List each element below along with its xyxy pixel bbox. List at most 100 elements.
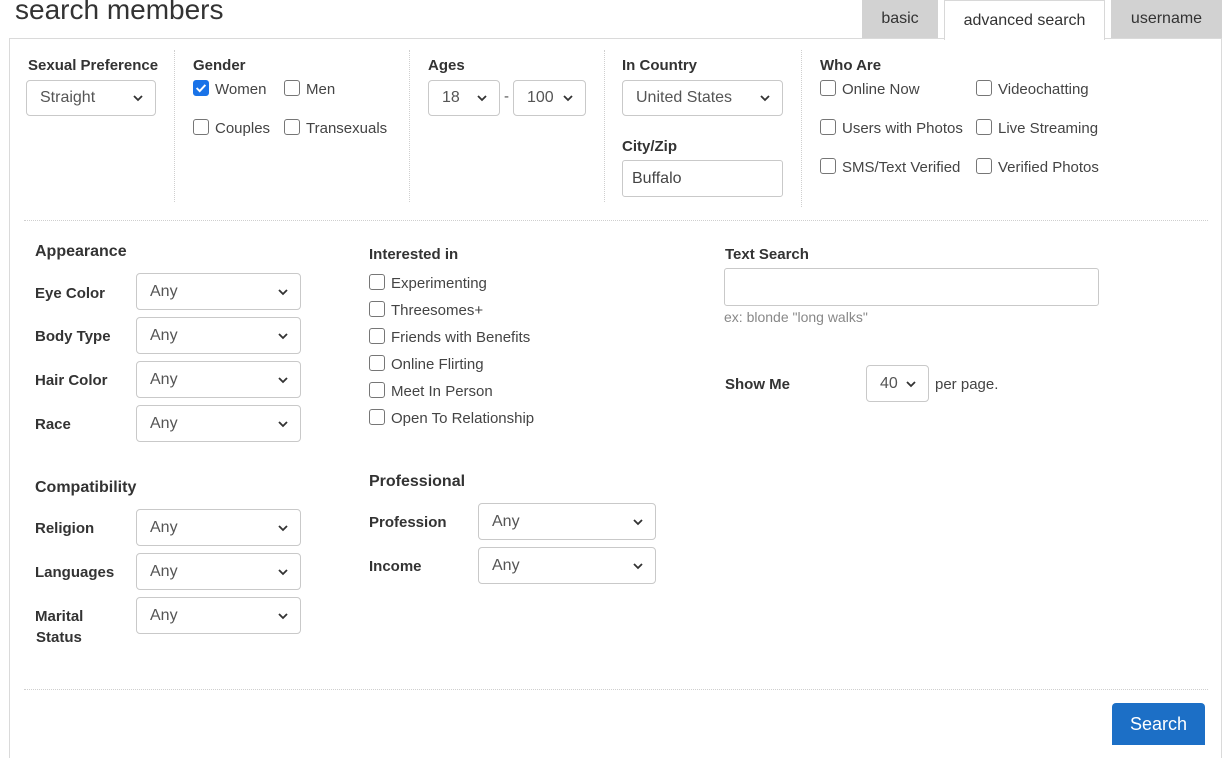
eye-color-value: Any bbox=[150, 282, 178, 300]
videochatting-checkbox[interactable] bbox=[976, 80, 992, 96]
chevron-down-icon bbox=[477, 95, 487, 102]
text-search-input[interactable] bbox=[724, 268, 1099, 306]
compatibility-heading: Compatibility bbox=[35, 479, 137, 496]
body-type-select[interactable]: Any bbox=[136, 317, 301, 354]
gender-couples-checkbox[interactable] bbox=[193, 119, 209, 135]
city-zip-label: City/Zip bbox=[622, 138, 677, 155]
hair-color-select[interactable]: Any bbox=[136, 361, 301, 398]
country-value: United States bbox=[636, 89, 733, 106]
chevron-down-icon bbox=[278, 376, 288, 383]
religion-select[interactable]: Any bbox=[136, 509, 301, 546]
sexual-preference-select[interactable]: Straight bbox=[26, 80, 156, 116]
income-label: Income bbox=[369, 558, 422, 575]
per-page-value: 40 bbox=[880, 374, 898, 392]
languages-label: Languages bbox=[35, 564, 115, 581]
videochatting-label: Videochatting bbox=[998, 81, 1089, 98]
online-now-label: Online Now bbox=[842, 81, 920, 98]
divider bbox=[604, 50, 605, 202]
age-min-value: 18 bbox=[442, 89, 460, 106]
profession-value: Any bbox=[492, 512, 520, 530]
open-to-relationship-checkbox[interactable] bbox=[369, 409, 385, 425]
text-search-heading: Text Search bbox=[725, 246, 809, 263]
gender-couples-label: Couples bbox=[215, 120, 271, 137]
gender-transexuals-label: Transexuals bbox=[306, 120, 388, 137]
professional-heading: Professional bbox=[369, 473, 466, 490]
profession-label: Profession bbox=[369, 514, 447, 531]
marital-status-label-line2: Status bbox=[36, 629, 82, 646]
body-type-value: Any bbox=[150, 326, 178, 344]
languages-select[interactable]: Any bbox=[136, 553, 301, 590]
who-are-label: Who Are bbox=[820, 57, 882, 74]
online-now-checkbox[interactable] bbox=[820, 80, 836, 96]
age-min-select[interactable]: 18 bbox=[428, 80, 500, 116]
tab-advanced-search[interactable]: advanced search bbox=[944, 0, 1105, 40]
ages-label: Ages bbox=[428, 57, 465, 74]
tab-username[interactable]: username bbox=[1111, 0, 1222, 38]
religion-value: Any bbox=[150, 518, 178, 536]
show-me-label: Show Me bbox=[725, 376, 791, 393]
open-to-relationship-label: Open To Relationship bbox=[391, 410, 535, 427]
meet-in-person-checkbox[interactable] bbox=[369, 382, 385, 398]
gender-label: Gender bbox=[193, 57, 246, 74]
divider bbox=[174, 50, 175, 202]
live-streaming-checkbox[interactable] bbox=[976, 119, 992, 135]
chevron-down-icon bbox=[278, 420, 288, 427]
live-streaming-label: Live Streaming bbox=[998, 120, 1099, 137]
tab-basic-label: basic bbox=[881, 10, 919, 27]
threesomes-checkbox[interactable] bbox=[369, 301, 385, 317]
meet-in-person-label: Meet In Person bbox=[391, 383, 493, 400]
divider bbox=[409, 50, 410, 202]
sms-text-verified-checkbox[interactable] bbox=[820, 158, 836, 174]
verified-photos-checkbox[interactable] bbox=[976, 158, 992, 174]
chevron-down-icon bbox=[760, 95, 770, 102]
gender-women-checkbox[interactable] bbox=[193, 80, 209, 96]
gender-women-label: Women bbox=[215, 81, 267, 98]
gender-men-label: Men bbox=[306, 81, 336, 98]
chevron-down-icon bbox=[278, 288, 288, 295]
chevron-down-icon bbox=[633, 562, 643, 569]
gender-transexuals-checkbox[interactable] bbox=[284, 119, 300, 135]
chevron-down-icon bbox=[906, 380, 916, 387]
per-page-select[interactable]: 40 bbox=[866, 365, 929, 402]
age-separator: - bbox=[504, 88, 509, 105]
search-button[interactable]: Search bbox=[1112, 703, 1205, 745]
sexual-preference-label: Sexual Preference bbox=[28, 57, 159, 74]
city-zip-value: Buffalo bbox=[632, 169, 682, 187]
eye-color-select[interactable]: Any bbox=[136, 273, 301, 310]
online-flirting-checkbox[interactable] bbox=[369, 355, 385, 371]
profession-select[interactable]: Any bbox=[478, 503, 656, 540]
hair-color-label: Hair Color bbox=[35, 372, 108, 389]
hair-color-value: Any bbox=[150, 370, 178, 388]
marital-status-select[interactable]: Any bbox=[136, 597, 301, 634]
tab-username-label: username bbox=[1130, 10, 1203, 27]
experimenting-label: Experimenting bbox=[391, 275, 487, 292]
threesomes-label: Threesomes+ bbox=[391, 302, 484, 319]
sexual-preference-value: Straight bbox=[40, 89, 96, 106]
friends-with-benefits-label: Friends with Benefits bbox=[391, 329, 531, 346]
page-title: search members bbox=[15, 0, 224, 25]
income-select[interactable]: Any bbox=[478, 547, 656, 584]
religion-label: Religion bbox=[35, 520, 95, 537]
search-panel bbox=[9, 38, 1222, 758]
users-with-photos-label: Users with Photos bbox=[842, 120, 963, 137]
race-label: Race bbox=[35, 416, 71, 433]
eye-color-label: Eye Color bbox=[35, 285, 106, 302]
experimenting-checkbox[interactable] bbox=[369, 274, 385, 290]
chevron-down-icon bbox=[278, 612, 288, 619]
divider bbox=[801, 50, 802, 207]
race-select[interactable]: Any bbox=[136, 405, 301, 442]
appearance-heading: Appearance bbox=[35, 243, 127, 260]
search-button-label: Search bbox=[1129, 713, 1188, 734]
users-with-photos-checkbox[interactable] bbox=[820, 119, 836, 135]
tab-basic[interactable]: basic bbox=[862, 0, 938, 38]
gender-men-checkbox[interactable] bbox=[284, 80, 300, 96]
marital-status-value: Any bbox=[150, 606, 178, 624]
verified-photos-label: Verified Photos bbox=[998, 159, 1099, 176]
friends-with-benefits-checkbox[interactable] bbox=[369, 328, 385, 344]
country-select[interactable]: United States bbox=[622, 80, 783, 116]
chevron-down-icon bbox=[278, 524, 288, 531]
age-max-select[interactable]: 100 bbox=[513, 80, 586, 116]
chevron-down-icon bbox=[563, 95, 573, 102]
race-value: Any bbox=[150, 414, 178, 432]
city-zip-input[interactable]: Buffalo bbox=[622, 160, 783, 197]
